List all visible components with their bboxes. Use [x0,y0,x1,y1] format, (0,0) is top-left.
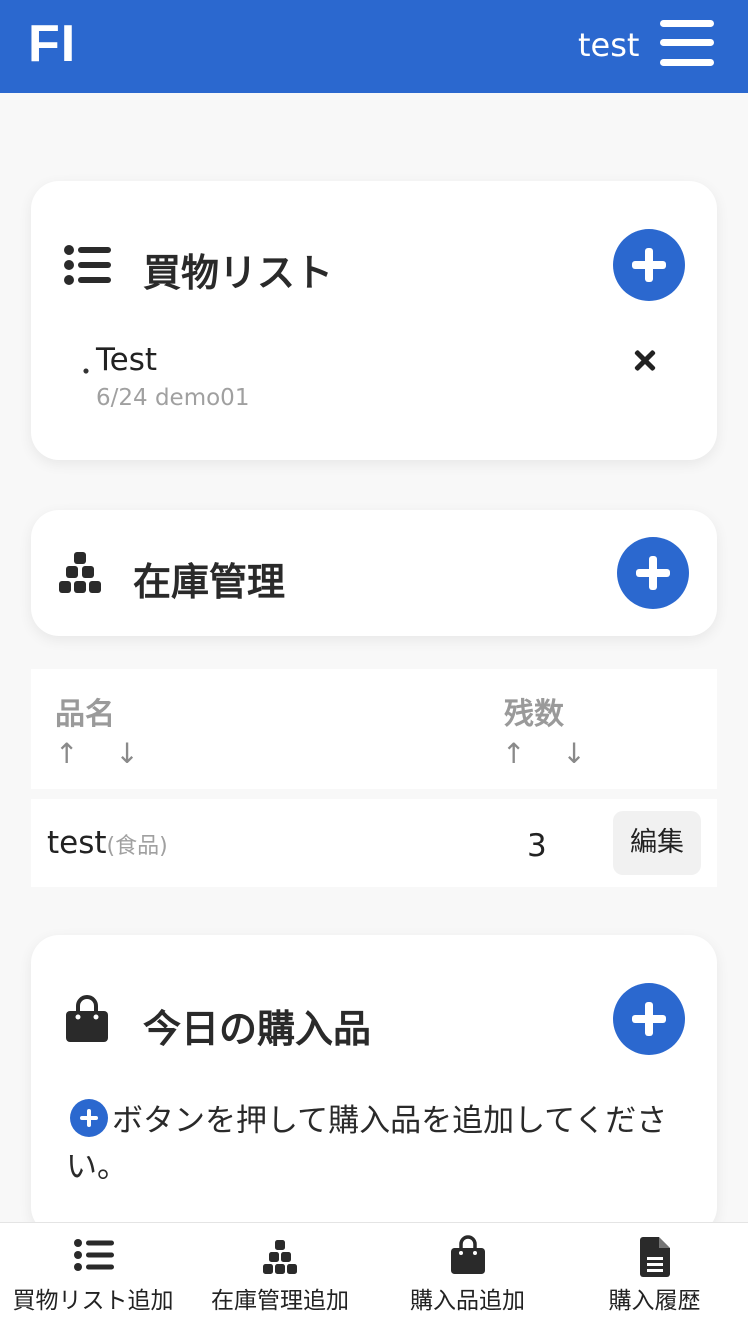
shopping-list-card [31,181,717,460]
cubes-icon [263,1240,297,1274]
todays-purchases-card [31,935,717,1235]
app-header: FI test [0,0,748,93]
bag-icon [66,995,108,1042]
shopping-list-title: 買物リスト [143,251,334,295]
nav-purchase-history[interactable]: 購入履歴 [561,1223,748,1329]
nav-add-shopping-list[interactable]: 買物リスト追加 [0,1223,186,1329]
item-name-cell: test(食品) [47,825,168,861]
list-icon [74,1239,114,1271]
cubes-icon [59,552,101,593]
shopping-item-meta: 6/24 demo01 [96,385,250,411]
bag-icon [451,1235,485,1274]
shopping-item-name: Test [96,342,158,378]
table-row: test(食品) 3 編集 [31,799,717,887]
item-quantity: 3 [527,828,547,864]
column-header-name[interactable]: 品名 [55,689,115,733]
nav-label: 買物リスト追加 [12,1288,174,1314]
empty-state-hint: ボタンを押して購入品を追加してください。 [66,1098,676,1190]
nav-label: 購入品追加 [410,1288,525,1314]
delete-item-icon[interactable] [630,346,660,376]
item-category: (食品) [106,834,168,859]
nav-add-inventory[interactable]: 在庫管理追加 [186,1223,374,1329]
nav-label: 購入履歴 [608,1288,701,1314]
sort-arrows-quantity[interactable]: ↑ ↓ [502,737,600,770]
username-label[interactable]: test [578,26,639,64]
inventory-title: 在庫管理 [133,560,286,604]
add-shopping-item-button[interactable] [613,229,685,301]
inventory-table-header: 品名 ↑ ↓ 残数 ↑ ↓ [31,669,717,789]
bottom-nav: 買物リスト追加 在庫管理追加 購入品追加 購入履歴 [0,1222,748,1329]
plus-circle-icon [70,1099,108,1137]
column-header-quantity[interactable]: 残数 [504,689,564,733]
item-name: test [47,825,107,861]
add-inventory-button[interactable] [617,537,689,609]
edit-button[interactable]: 編集 [613,811,701,875]
hint-text: ボタンを押して購入品を追加してください。 [66,1103,668,1185]
app-logo[interactable]: FI [28,14,76,74]
nav-label: 在庫管理追加 [211,1288,349,1314]
nav-add-purchase[interactable]: 購入品追加 [374,1223,561,1329]
todays-purchases-title: 今日の購入品 [143,1007,372,1051]
list-item-bullet: ・ [74,358,98,386]
list-icon [64,245,111,285]
sort-arrows-name[interactable]: ↑ ↓ [55,737,153,770]
hamburger-menu-icon[interactable] [660,20,714,66]
document-icon [640,1237,670,1277]
add-purchase-button[interactable] [613,983,685,1055]
